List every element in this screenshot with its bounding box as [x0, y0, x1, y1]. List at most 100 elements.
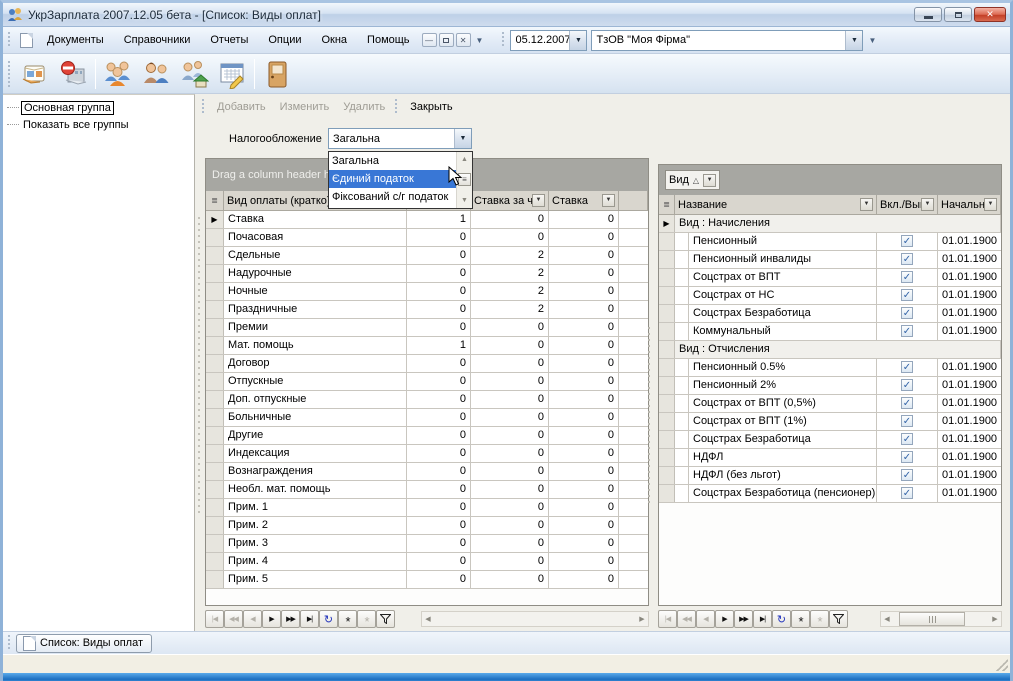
navigator-next-icon[interactable]: ▶: [715, 610, 734, 628]
taskbar-grip[interactable]: [8, 635, 13, 651]
navigator-next-page-icon[interactable]: ▶▶: [734, 610, 753, 628]
checkbox-checked[interactable]: ✓: [901, 361, 913, 373]
menubar-grip[interactable]: [8, 32, 13, 48]
firmbar-overflow-chevron[interactable]: ▼: [863, 36, 881, 45]
table-row[interactable]: Прим. 2000: [206, 517, 648, 535]
column-filter-icon[interactable]: ▼: [860, 198, 873, 211]
scroll-left-icon[interactable]: ◀: [881, 615, 893, 623]
table-row[interactable]: Пенсионный✓01.01.1900: [659, 233, 1001, 251]
table-row[interactable]: НДФЛ✓01.01.1900: [659, 449, 1001, 467]
table-row[interactable]: Надурочные020: [206, 265, 648, 283]
table-row[interactable]: Премии000: [206, 319, 648, 337]
menu-item-2[interactable]: Справочники: [114, 28, 201, 53]
date-dropdown-icon[interactable]: ▼: [569, 31, 586, 50]
navigator-refresh-icon[interactable]: ↻: [772, 610, 791, 628]
table-row[interactable]: Индексация000: [206, 445, 648, 463]
checkbox-checked[interactable]: ✓: [901, 253, 913, 265]
datebar-grip[interactable]: [502, 32, 507, 48]
checkbox-checked[interactable]: ✓: [901, 271, 913, 283]
table-row[interactable]: Больничные000: [206, 409, 648, 427]
date-picker[interactable]: 05.12.2007 ▼: [510, 30, 587, 51]
table-row[interactable]: Доп. отпускные000: [206, 391, 648, 409]
tax-option-1[interactable]: Загальна: [329, 152, 456, 170]
table-row[interactable]: Мат. помощь100: [206, 337, 648, 355]
minimize-button[interactable]: [914, 7, 942, 22]
tree-item-1[interactable]: Основная группа: [3, 99, 194, 116]
panes-splitter[interactable]: [646, 324, 651, 504]
table-row[interactable]: Сдельные020: [206, 247, 648, 265]
mdi-restore-button[interactable]: [439, 33, 454, 47]
checkbox-checked[interactable]: ✓: [901, 397, 913, 409]
popup-scroll-down-icon[interactable]: ▼: [458, 194, 471, 207]
table-row[interactable]: Пенсионный 2%✓01.01.1900: [659, 377, 1001, 395]
checkbox-checked[interactable]: ✓: [901, 307, 913, 319]
firm-combo[interactable]: ТзОВ "Моя Фірма" ▼: [591, 30, 863, 51]
checkbox-checked[interactable]: ✓: [901, 451, 913, 463]
table-row[interactable]: Прим. 5000: [206, 571, 648, 589]
action-button-4[interactable]: Закрыть: [403, 95, 459, 119]
table-row[interactable]: Соцстрах Безработица✓01.01.1900: [659, 431, 1001, 449]
column-filter-icon[interactable]: ▼: [532, 194, 545, 207]
column-filter-icon[interactable]: ▼: [602, 194, 615, 207]
navigator-next-page-icon[interactable]: ▶▶: [281, 610, 300, 628]
menu-item-4[interactable]: Опции: [258, 28, 311, 53]
group-field-chip[interactable]: Вид △ ▼: [665, 170, 720, 190]
restore-button[interactable]: [944, 7, 972, 22]
tree-item-2[interactable]: Показать все группы: [3, 116, 194, 133]
table-row[interactable]: Договор000: [206, 355, 648, 373]
table-row[interactable]: Коммунальный✓01.01.1900: [659, 323, 1001, 341]
navigator-last-icon[interactable]: ▶|: [300, 610, 319, 628]
new-document-icon[interactable]: [20, 33, 33, 48]
table-row[interactable]: Отпускные000: [206, 373, 648, 391]
menubar-overflow-chevron[interactable]: ▼: [471, 36, 489, 45]
table-row[interactable]: Вознаграждения000: [206, 463, 648, 481]
menu-item-5[interactable]: Окна: [311, 28, 357, 53]
navigator-filter-icon[interactable]: [376, 610, 395, 628]
table-row[interactable]: Соцстрах от НС✓01.01.1900: [659, 287, 1001, 305]
table-row[interactable]: Соцстрах Безработица (пенсионер)✓01.01.1…: [659, 485, 1001, 503]
taxes-hscrollbar[interactable]: ◀ ▶: [880, 611, 1002, 627]
tax-combo-dropdown-icon[interactable]: ▼: [454, 129, 471, 148]
table-row[interactable]: Другие000: [206, 427, 648, 445]
actions-grip-2[interactable]: [395, 99, 400, 115]
tax-option-2[interactable]: Єдиний податок: [329, 170, 456, 188]
table-row[interactable]: Прим. 4000: [206, 553, 648, 571]
actions-grip[interactable]: [202, 99, 207, 115]
table-row[interactable]: Соцстрах от ВПТ (0,5%)✓01.01.1900: [659, 395, 1001, 413]
checkbox-checked[interactable]: ✓: [901, 487, 913, 499]
column-header-4[interactable]: Ставка▼: [549, 191, 619, 210]
column-header-1[interactable]: Название▼: [675, 195, 877, 214]
toolbar-grip[interactable]: [8, 61, 13, 87]
journal-icon[interactable]: [16, 56, 54, 92]
table-row[interactable]: ▶Ставка100: [206, 211, 648, 229]
column-filter-icon[interactable]: ▼: [921, 198, 934, 211]
group-row[interactable]: ▶Вид : Начисления: [659, 215, 1001, 233]
column-header-2[interactable]: Вкл./Вык▼: [877, 195, 938, 214]
navigator-refresh-icon[interactable]: ↻: [319, 610, 338, 628]
table-row[interactable]: Прим. 3000: [206, 535, 648, 553]
pay-types-hscrollbar[interactable]: ◀ ▶: [421, 611, 649, 627]
group-row[interactable]: Вид : Отчисления: [659, 341, 1001, 359]
navigator-new-record-icon[interactable]: *: [791, 610, 810, 628]
menu-item-6[interactable]: Помощь: [357, 28, 420, 53]
table-row[interactable]: Соцстрах Безработица✓01.01.1900: [659, 305, 1001, 323]
column-chooser-icon[interactable]: ≣: [206, 191, 224, 210]
employees-group-icon[interactable]: [99, 56, 137, 92]
tax-combo[interactable]: Загальна ▼: [328, 128, 472, 149]
exit-door-icon[interactable]: [258, 56, 296, 92]
scroll-right-icon[interactable]: ▶: [989, 615, 1001, 623]
mdi-minimize-button[interactable]: —: [422, 33, 437, 47]
popup-scroll-up-icon[interactable]: ▲: [458, 153, 471, 166]
table-row[interactable]: Пенсионный 0.5%✓01.01.1900: [659, 359, 1001, 377]
tax-option-3[interactable]: Фіксований с/г податок: [329, 188, 456, 206]
column-chooser-icon[interactable]: ≣: [659, 195, 675, 214]
menu-item-1[interactable]: Документы: [37, 28, 114, 53]
navigator-filter-icon[interactable]: [829, 610, 848, 628]
checkbox-checked[interactable]: ✓: [901, 379, 913, 391]
persons-icon[interactable]: [137, 56, 175, 92]
navigator-next-icon[interactable]: ▶: [262, 610, 281, 628]
menu-item-3[interactable]: Отчеты: [200, 28, 258, 53]
column-filter-icon[interactable]: ▼: [984, 198, 997, 211]
group-filter-icon[interactable]: ▼: [703, 174, 716, 187]
resize-grip[interactable]: [996, 659, 1008, 671]
